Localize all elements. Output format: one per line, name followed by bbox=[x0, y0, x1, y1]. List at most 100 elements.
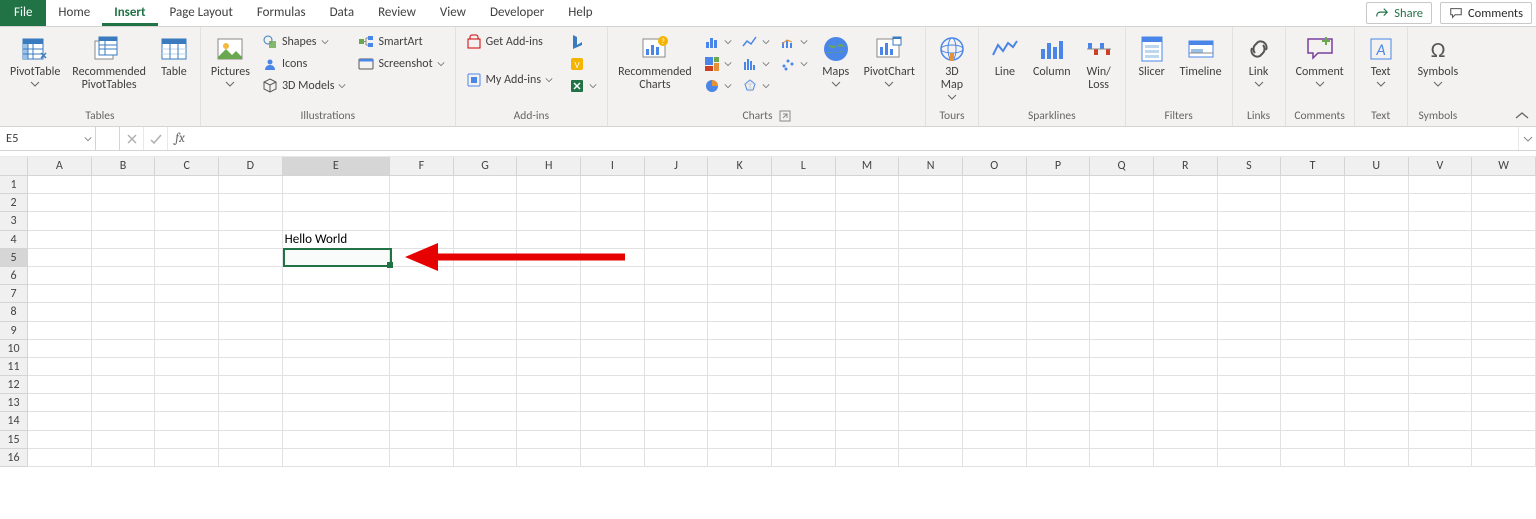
cell-N15[interactable] bbox=[899, 431, 963, 449]
cell-L5[interactable] bbox=[772, 249, 836, 267]
cell-W12[interactable] bbox=[1472, 376, 1536, 394]
cell-K2[interactable] bbox=[708, 194, 772, 212]
cell-E2[interactable] bbox=[283, 194, 390, 212]
cell-B13[interactable] bbox=[92, 394, 156, 412]
cell-R11[interactable] bbox=[1154, 358, 1218, 376]
cell-H1[interactable] bbox=[517, 176, 581, 194]
cell-E1[interactable] bbox=[283, 176, 390, 194]
share-button[interactable]: Share bbox=[1366, 2, 1432, 24]
cell-M8[interactable] bbox=[836, 303, 900, 321]
cell-S6[interactable] bbox=[1218, 267, 1282, 285]
cell-P16[interactable] bbox=[1027, 449, 1091, 467]
line-chart-button[interactable] bbox=[738, 31, 774, 53]
cell-C15[interactable] bbox=[155, 431, 219, 449]
cell-O15[interactable] bbox=[963, 431, 1027, 449]
cell-D4[interactable] bbox=[219, 231, 283, 249]
cell-K15[interactable] bbox=[708, 431, 772, 449]
cell-K6[interactable] bbox=[708, 267, 772, 285]
column-header-C[interactable]: C bbox=[155, 157, 219, 176]
smartart-button[interactable]: SmartArt bbox=[354, 31, 448, 53]
column-header-W[interactable]: W bbox=[1472, 157, 1536, 176]
column-header-V[interactable]: V bbox=[1409, 157, 1473, 176]
cell-R1[interactable] bbox=[1154, 176, 1218, 194]
cell-C3[interactable] bbox=[155, 212, 219, 230]
cell-F8[interactable] bbox=[390, 303, 454, 321]
cell-I14[interactable] bbox=[581, 412, 645, 430]
cell-H16[interactable] bbox=[517, 449, 581, 467]
cell-U11[interactable] bbox=[1345, 358, 1409, 376]
cell-G13[interactable] bbox=[454, 394, 518, 412]
cell-W6[interactable] bbox=[1472, 267, 1536, 285]
cell-W5[interactable] bbox=[1472, 249, 1536, 267]
cell-J15[interactable] bbox=[645, 431, 709, 449]
cell-U14[interactable] bbox=[1345, 412, 1409, 430]
cell-D8[interactable] bbox=[219, 303, 283, 321]
tab-home[interactable]: Home bbox=[46, 0, 102, 26]
cell-W1[interactable] bbox=[1472, 176, 1536, 194]
cell-J10[interactable] bbox=[645, 340, 709, 358]
cell-F12[interactable] bbox=[390, 376, 454, 394]
cell-T7[interactable] bbox=[1281, 285, 1345, 303]
cell-C7[interactable] bbox=[155, 285, 219, 303]
cell-R13[interactable] bbox=[1154, 394, 1218, 412]
cell-G10[interactable] bbox=[454, 340, 518, 358]
cell-W11[interactable] bbox=[1472, 358, 1536, 376]
cell-V3[interactable] bbox=[1409, 212, 1473, 230]
cell-M13[interactable] bbox=[836, 394, 900, 412]
cell-E6[interactable] bbox=[283, 267, 390, 285]
cell-W4[interactable] bbox=[1472, 231, 1536, 249]
cell-B8[interactable] bbox=[92, 303, 156, 321]
row-header-4[interactable]: 4 bbox=[0, 231, 28, 249]
cell-Q14[interactable] bbox=[1090, 412, 1154, 430]
column-header-I[interactable]: I bbox=[581, 157, 645, 176]
cell-M9[interactable] bbox=[836, 322, 900, 340]
cell-V8[interactable] bbox=[1409, 303, 1473, 321]
sparkline-winloss-button[interactable]: Win/Loss bbox=[1079, 31, 1119, 92]
cell-G4[interactable] bbox=[454, 231, 518, 249]
cell-R9[interactable] bbox=[1154, 322, 1218, 340]
cell-M10[interactable] bbox=[836, 340, 900, 358]
cell-K9[interactable] bbox=[708, 322, 772, 340]
cell-T9[interactable] bbox=[1281, 322, 1345, 340]
tab-review[interactable]: Review bbox=[366, 0, 428, 26]
cell-N13[interactable] bbox=[899, 394, 963, 412]
recommended-charts-button[interactable]: ? RecommendedCharts bbox=[614, 31, 696, 92]
bing-maps-addin-button[interactable] bbox=[565, 31, 601, 53]
insert-function-button[interactable]: fx bbox=[168, 127, 192, 150]
cell-L15[interactable] bbox=[772, 431, 836, 449]
cell-U12[interactable] bbox=[1345, 376, 1409, 394]
cell-C5[interactable] bbox=[155, 249, 219, 267]
cell-C8[interactable] bbox=[155, 303, 219, 321]
cell-V14[interactable] bbox=[1409, 412, 1473, 430]
cell-O3[interactable] bbox=[963, 212, 1027, 230]
cell-N12[interactable] bbox=[899, 376, 963, 394]
cell-S2[interactable] bbox=[1218, 194, 1282, 212]
cell-T15[interactable] bbox=[1281, 431, 1345, 449]
cell-W15[interactable] bbox=[1472, 431, 1536, 449]
cell-U9[interactable] bbox=[1345, 322, 1409, 340]
cell-P8[interactable] bbox=[1027, 303, 1091, 321]
tab-data[interactable]: Data bbox=[318, 0, 367, 26]
row-header-8[interactable]: 8 bbox=[0, 303, 28, 321]
cell-J1[interactable] bbox=[645, 176, 709, 194]
cell-G7[interactable] bbox=[454, 285, 518, 303]
name-box[interactable]: E5 bbox=[0, 127, 96, 150]
cell-W10[interactable] bbox=[1472, 340, 1536, 358]
cell-A4[interactable] bbox=[28, 231, 92, 249]
row-header-13[interactable]: 13 bbox=[0, 394, 28, 412]
cell-M2[interactable] bbox=[836, 194, 900, 212]
comments-button[interactable]: Comments bbox=[1440, 2, 1532, 24]
cell-Q3[interactable] bbox=[1090, 212, 1154, 230]
cell-B6[interactable] bbox=[92, 267, 156, 285]
cell-M16[interactable] bbox=[836, 449, 900, 467]
cell-U2[interactable] bbox=[1345, 194, 1409, 212]
cell-V15[interactable] bbox=[1409, 431, 1473, 449]
cell-Q16[interactable] bbox=[1090, 449, 1154, 467]
cell-D16[interactable] bbox=[219, 449, 283, 467]
sparkline-column-button[interactable]: Column bbox=[1029, 31, 1075, 79]
row-header-11[interactable]: 11 bbox=[0, 358, 28, 376]
cell-W8[interactable] bbox=[1472, 303, 1536, 321]
cell-C4[interactable] bbox=[155, 231, 219, 249]
cell-F16[interactable] bbox=[390, 449, 454, 467]
cell-J7[interactable] bbox=[645, 285, 709, 303]
